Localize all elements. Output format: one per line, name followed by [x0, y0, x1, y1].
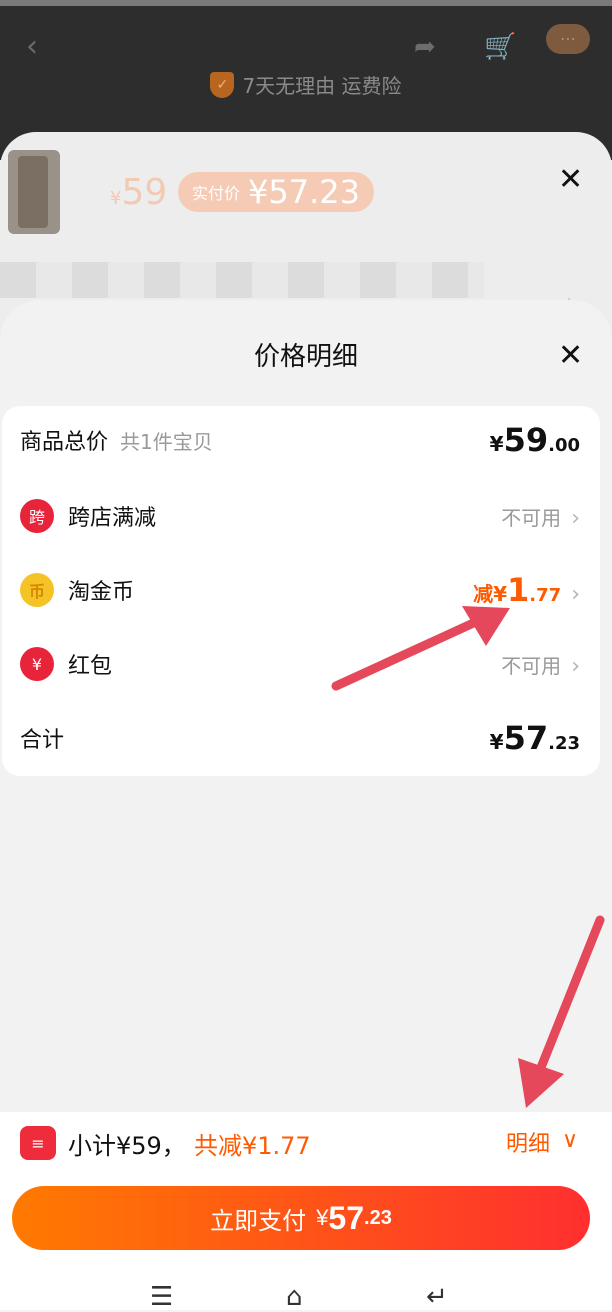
- value-dec: .00: [548, 435, 580, 456]
- menu-icon[interactable]: ☰: [150, 1282, 173, 1312]
- value-dec: .23: [548, 733, 580, 754]
- detail-link[interactable]: 明细: [506, 1126, 550, 1158]
- close-sku-sheet-icon[interactable]: ✕: [558, 162, 583, 197]
- row-label: 合计: [20, 728, 65, 753]
- pay-currency: ¥: [316, 1205, 329, 1230]
- ticket-icon: ≡: [20, 1126, 56, 1160]
- real-price-value: ¥57.23: [248, 173, 360, 211]
- discount-dec: .77: [529, 585, 562, 606]
- more-icon[interactable]: ⋯: [546, 24, 590, 54]
- close-icon[interactable]: ✕: [558, 338, 583, 373]
- real-price-label: 实付价: [192, 184, 241, 203]
- product-price: ¥59: [110, 172, 167, 213]
- row-label: 红包: [68, 654, 113, 679]
- goods-total-row: 商品总价 共1件宝贝 ¥59.00: [20, 420, 580, 460]
- item-count: 共1件宝贝: [120, 429, 213, 454]
- cross-store-icon: 跨: [20, 499, 54, 533]
- red-packet-icon: ¥: [20, 647, 54, 681]
- row-label: 跨店满减: [68, 506, 157, 531]
- chevron-right-icon: ›: [571, 505, 580, 531]
- chevron-right-icon: ›: [571, 653, 580, 679]
- pay-amount-int: 57: [328, 1199, 365, 1236]
- currency: ¥: [489, 432, 504, 456]
- chevron-right-icon: ›: [571, 582, 580, 607]
- product-thumbnail: [8, 150, 60, 234]
- sheet-title: 价格明细: [253, 342, 358, 372]
- chevron-down-icon[interactable]: ∨: [562, 1128, 578, 1153]
- coin-icon: 币: [20, 573, 54, 607]
- pay-now-button[interactable]: 立即支付 ¥57.23: [12, 1186, 590, 1250]
- status-bar-strip: [0, 0, 612, 6]
- total-saved-text: 共减¥1.77: [194, 1132, 311, 1160]
- unavailable-text: 不可用: [501, 505, 562, 530]
- value-int: 59: [503, 421, 549, 459]
- currency: ¥: [489, 730, 504, 754]
- share-icon[interactable]: ➦: [414, 34, 436, 60]
- guarantee-text: 7天无理由 运费险: [242, 74, 402, 98]
- annotation-arrow-coin: [331, 606, 510, 691]
- value-int: 57: [503, 719, 549, 757]
- price-currency: ¥: [110, 188, 122, 209]
- row-label: 淘金币: [68, 580, 135, 605]
- cart-icon[interactable]: 🛒: [484, 34, 516, 60]
- total-row: 合计 ¥57.23: [20, 718, 580, 758]
- row-status: 不可用 ›: [501, 502, 580, 531]
- price-value: 59: [121, 172, 168, 213]
- row-label: 商品总价: [20, 430, 109, 455]
- goods-total-value: ¥59.00: [490, 421, 580, 459]
- shield-icon: ✓: [210, 71, 235, 98]
- subtotal-text: 小计¥59，: [68, 1132, 186, 1160]
- blurred-sku-row: [0, 262, 484, 298]
- guarantee-banner: ✓ 7天无理由 运费险: [0, 70, 612, 99]
- pay-button-label: 立即支付: [210, 1207, 307, 1235]
- total-value: ¥57.23: [490, 719, 580, 757]
- real-price-badge: 实付价 ¥57.23: [178, 172, 374, 212]
- cross-store-discount-row[interactable]: 跨 跨店满减 不可用 ›: [20, 496, 580, 536]
- annotation-arrow-detail: [518, 915, 605, 1108]
- back-nav-icon[interactable]: ↵: [426, 1282, 448, 1312]
- pay-amount-dec: .23: [364, 1206, 392, 1229]
- home-icon[interactable]: ⌂: [286, 1282, 303, 1312]
- back-icon[interactable]: ‹: [26, 32, 38, 62]
